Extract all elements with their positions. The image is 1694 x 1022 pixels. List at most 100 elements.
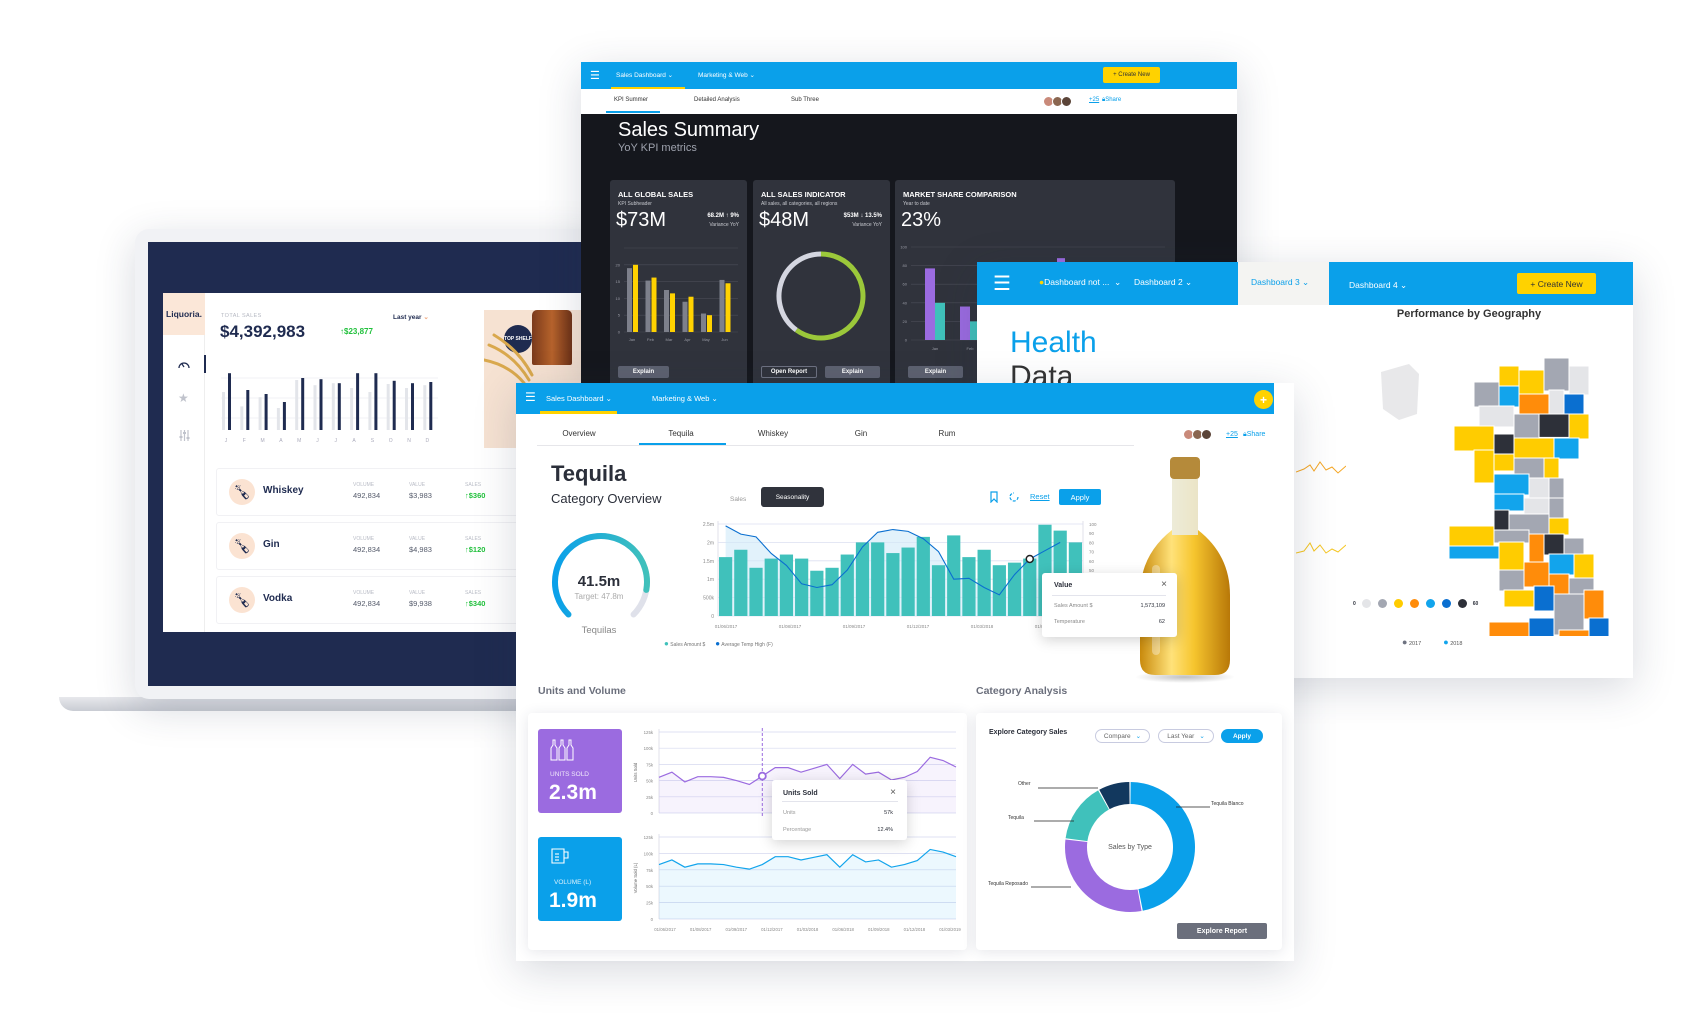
card-value: $48M (759, 209, 810, 231)
legend-avg-temp[interactable]: ● Average Temp High (F) (715, 639, 772, 648)
apply-button[interactable]: Apply (1059, 489, 1101, 505)
map-region (1498, 569, 1525, 592)
category-row[interactable]: 🍾︎ Whiskey VOLUME 492,834 VALUE $3,983 SALE… (216, 468, 536, 516)
share-button[interactable]: 🔒︎Share (1243, 431, 1265, 439)
tab-whiskey[interactable]: Whiskey (758, 429, 788, 438)
tab-rum[interactable]: Rum (939, 429, 956, 438)
period-value: Last year (393, 314, 422, 321)
period-dropdown[interactable]: Last Year ⌄ (1158, 729, 1214, 743)
share-button[interactable]: 🔒︎Share (1102, 97, 1121, 104)
slice-label: Other (1018, 781, 1031, 787)
nav-label: Sales Dashboard (616, 72, 666, 79)
variance-value: $53M ↓ 13.5% (843, 213, 882, 219)
tab-dashboard-4[interactable]: Dashboard 4 ⌄ (1349, 280, 1407, 291)
toggle-seasonality[interactable]: Seasonality (761, 487, 824, 507)
x-tick: May (702, 337, 710, 342)
map-region (1518, 393, 1550, 416)
sliders-icon[interactable] (179, 430, 190, 441)
map-region (1523, 497, 1550, 516)
category-row[interactable]: 🍾︎ Gin VOLUME 492,834 VALUE $4,983 SALES ↑$1… (216, 522, 536, 570)
legend-sales-amount[interactable]: ● Sales Amount $ (664, 639, 705, 648)
dropdown-value: Compare (1103, 732, 1131, 740)
nav-sales-dashboard[interactable]: Sales Dashboard ⌄ (616, 71, 673, 79)
tab-label: Dashboard not ... (1044, 277, 1110, 287)
nav-sales-dashboard[interactable]: Sales Dashboard ⌄ (546, 394, 612, 403)
geography-choropleth-map[interactable] (1379, 354, 1615, 636)
nav-marketing-web[interactable]: Marketing & Web ⌄ (698, 71, 755, 79)
explore-report-button[interactable]: Explore Report (1177, 923, 1267, 939)
collaborator-avatars[interactable] (1043, 96, 1072, 107)
collaborator-avatars[interactable] (1183, 429, 1212, 440)
explain-button[interactable]: Explain (618, 366, 669, 378)
close-icon[interactable]: × (1161, 579, 1167, 590)
map-region (1543, 457, 1560, 480)
y-axis-label: Volume Sold (L) (633, 862, 638, 893)
reset-link[interactable]: Reset (1030, 492, 1050, 501)
bar (411, 383, 414, 430)
gauge-value: 41.5m (577, 573, 621, 590)
star-icon[interactable]: ★ (178, 391, 189, 405)
map-region (1563, 393, 1585, 416)
tab-sub-three[interactable]: Sub Three (791, 97, 819, 103)
bar (962, 557, 976, 616)
logo: Liquoria. (163, 293, 205, 335)
map-region (1513, 413, 1540, 440)
tab-dashboard-2[interactable]: Dashboard 2 ⌄ (1134, 277, 1192, 288)
x-tick: Apr (684, 337, 691, 342)
close-icon[interactable]: × (890, 787, 896, 798)
card-all-global-sales: ALL GLOBAL SALES KPI Subheader $73M 68.2… (610, 180, 747, 390)
explain-button[interactable]: Explain (908, 366, 963, 378)
scale-swatch (1409, 599, 1419, 608)
nav-marketing-web[interactable]: Marketing & Web ⌄ (652, 394, 718, 403)
tab-gin[interactable]: Gin (855, 429, 867, 438)
tab-kpi-summer[interactable]: KPI Summer (614, 97, 648, 103)
hamburger-menu-icon[interactable]: ☰ (525, 390, 536, 404)
refresh-icon[interactable] (1008, 491, 1020, 503)
collaborator-count[interactable]: +25 (1089, 97, 1099, 103)
volume-value: 492,834 (353, 545, 381, 554)
y-tick: 40 (903, 300, 908, 305)
seasonality-legend: ● Sales Amount $ ● Average Temp High (F) (664, 639, 773, 648)
collaborator-count[interactable]: +25 (1226, 431, 1238, 438)
period-select[interactable]: Last year ⌄ (393, 313, 429, 321)
tab-detailed-analysis[interactable]: Detailed Analysis (694, 97, 740, 103)
y2-tick: 70 (1089, 550, 1095, 555)
map-region (1568, 365, 1590, 396)
y-tick: 100k (644, 851, 654, 856)
add-button[interactable]: + (1254, 390, 1273, 409)
sales-by-type-donut[interactable]: Sales by Type Tequila Blanco Tequila Repos… (976, 753, 1282, 923)
bar (682, 301, 688, 332)
map-region-ohare (1381, 364, 1419, 420)
bar (931, 565, 946, 616)
create-new-button[interactable]: + Create New (1517, 273, 1596, 294)
tab-dashboard-1[interactable]: ●Dashboard not ... ⌄ (1039, 277, 1121, 288)
bar (664, 290, 669, 332)
active-tab-underline (639, 443, 726, 445)
y-tick: 75k (646, 868, 654, 873)
tab-overview[interactable]: Overview (562, 429, 595, 438)
x-tick: 01/12/2017 (907, 624, 930, 629)
legend-2018[interactable]: ● 2018 (1443, 637, 1462, 647)
bar (423, 385, 427, 430)
map-region (1528, 533, 1545, 564)
hamburger-menu-icon[interactable]: ☰ (993, 271, 1011, 296)
tab-tequila[interactable]: Tequila (668, 429, 693, 438)
y-tick: 1.5m (703, 559, 714, 565)
gauge-icon[interactable] (178, 359, 190, 369)
global-sales-chart: 0 5 10 15 20 Jan Feb Mar Apr May Jun (616, 247, 738, 342)
toggle-sales[interactable]: Sales (730, 496, 746, 503)
legend-2017[interactable]: ● 2017 (1402, 637, 1421, 647)
hamburger-menu-icon[interactable]: ☰ (590, 69, 600, 82)
explain-button[interactable]: Explain (825, 366, 880, 378)
apply-button[interactable]: Apply (1221, 729, 1263, 743)
bookmark-icon[interactable] (990, 491, 998, 503)
create-new-button[interactable]: + Create New (1103, 67, 1160, 83)
variance-label: Variance YoY (852, 222, 882, 228)
open-report-button[interactable]: Open Report (761, 366, 817, 378)
tab-dashboard-3[interactable]: Dashboard 3 ⌄ (1238, 262, 1329, 305)
map-region (1493, 509, 1510, 532)
compare-dropdown[interactable]: Compare ⌄ (1095, 729, 1150, 743)
slice-label: Tequila (1008, 815, 1024, 821)
dropdown-value: Last Year (1167, 732, 1195, 740)
category-row[interactable]: 🍾︎ Vodka VOLUME 492,834 VALUE $9,938 SALES ↑… (216, 576, 536, 624)
